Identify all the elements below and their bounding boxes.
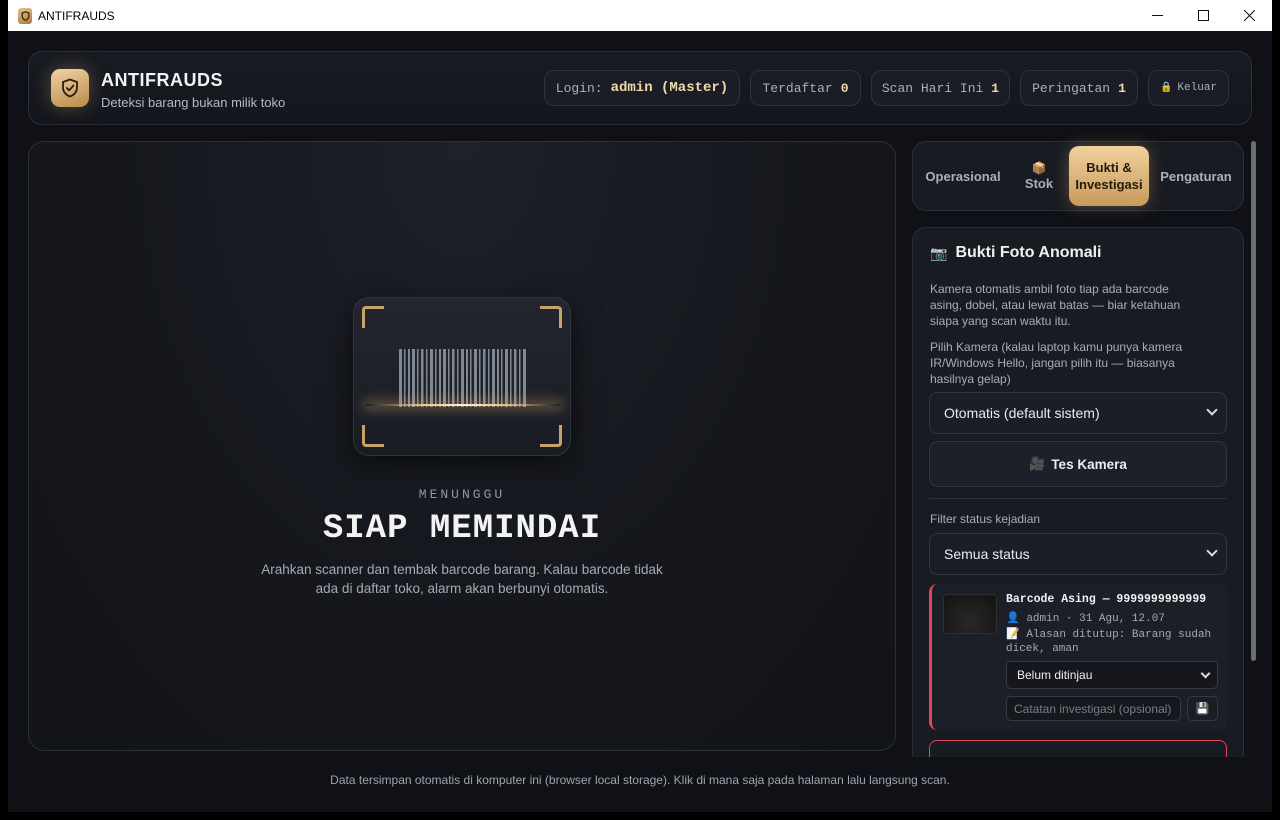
- app-header: ANTIFRAUDS Deteksi barang bukan milik to…: [28, 51, 1252, 125]
- login-user: admin (Master): [610, 80, 729, 96]
- memo-icon: 📝: [1006, 629, 1020, 641]
- filter-label: Filter status kejadian: [930, 512, 1041, 526]
- brand-title: ANTIFRAUDS: [101, 70, 223, 90]
- scanner-description: Arahkan scanner dan tembak barcode baran…: [261, 562, 663, 596]
- investigation-note-placeholder: Catatan investigasi (opsional): [1014, 701, 1172, 716]
- incident-title: Barcode Asing — 9999999999999: [1006, 593, 1207, 606]
- logout-label: Keluar: [1177, 82, 1218, 94]
- frame-corner: [540, 306, 562, 328]
- close-icon: [1243, 10, 1255, 21]
- frame-corner: [362, 306, 384, 328]
- evidence-title: 📷 Bukti Foto Anomali: [930, 244, 1102, 262]
- scan-today-label: Scan Hari Ini: [881, 80, 984, 96]
- scan-laser-line: [366, 404, 560, 406]
- incident-meta-text: admin · 31 Agu, 12.07: [1026, 613, 1165, 625]
- lock-icon: 🔒: [1159, 83, 1173, 94]
- window-title: ANTIFRAUDS: [38, 8, 115, 23]
- chevron-down-icon: [1206, 545, 1218, 557]
- incident-status-value: Belum ditinjau: [1017, 668, 1093, 682]
- camera-icon: 📷: [930, 244, 948, 261]
- scan-today-value: 1: [991, 80, 1000, 96]
- shield-logo-icon: [51, 69, 89, 107]
- scanner-state-label: MENUNGGU: [418, 487, 506, 502]
- maximize-icon: [1197, 10, 1209, 21]
- tab-label: Bukti & Investigasi: [1075, 160, 1143, 192]
- warnings-value: 1: [1118, 80, 1126, 96]
- app-shield-icon: [18, 7, 32, 24]
- test-camera-button[interactable]: 🎥 Tes Kamera: [929, 441, 1227, 487]
- registered-value: 0: [840, 80, 849, 96]
- window-title-bar: ANTIFRAUDS: [8, 0, 1272, 31]
- incident-photo-thumbnail[interactable]: [943, 594, 997, 634]
- frame-corner: [540, 425, 562, 447]
- incident-card: Barcode Asing — 9999999999999 👤 admin · …: [929, 584, 1227, 730]
- logout-button[interactable]: 🔒 Keluar: [1148, 70, 1229, 106]
- status-filter-select[interactable]: Semua status: [929, 533, 1227, 575]
- incident-status-select[interactable]: Belum ditinjau: [1006, 661, 1218, 689]
- scanner-state-title: SIAP MEMINDAI: [322, 510, 602, 548]
- divider: [929, 498, 1227, 499]
- brand-subtitle: Deteksi barang bukan milik toko: [101, 95, 286, 110]
- tab-label: Pengaturan: [1160, 168, 1232, 184]
- camera-hint: Pilih Kamera (kalau laptop kamu punya ka…: [930, 340, 1183, 386]
- minimize-button[interactable]: [1134, 0, 1180, 31]
- login-label: Login:: [555, 80, 603, 96]
- incident-meta: 👤 admin · 31 Agu, 12.07: [1006, 611, 1165, 625]
- chevron-down-icon: [1206, 404, 1218, 416]
- registered-count-pill: Terdaftar 0: [750, 70, 861, 106]
- frame-corner: [362, 425, 384, 447]
- close-window-button[interactable]: [1226, 0, 1272, 31]
- scanner-panel[interactable]: MENUNGGU SIAP MEMINDAI Arahkan scanner d…: [28, 141, 896, 751]
- tab-operasional[interactable]: Operasional: [918, 146, 1008, 206]
- investigation-note-input[interactable]: Catatan investigasi (opsional): [1006, 696, 1181, 721]
- window-border: [0, 812, 1280, 820]
- main-tabs: Operasional 📦 Stok Bukti & Investigasi P…: [912, 141, 1244, 211]
- user-icon: 👤: [1006, 613, 1020, 625]
- camera-select[interactable]: Otomatis (default sistem): [929, 392, 1227, 434]
- registered-label: Terdaftar: [762, 80, 833, 96]
- app-window: ANTIFRAUDS Deteksi barang bukan milik to…: [8, 31, 1272, 812]
- tab-bukti-investigasi[interactable]: Bukti & Investigasi: [1069, 146, 1149, 206]
- chevron-down-icon: [1200, 668, 1211, 679]
- evidence-panel: 📷 Bukti Foto Anomali Kamera otomatis amb…: [912, 227, 1244, 757]
- incident-card: [929, 740, 1227, 757]
- maximize-button[interactable]: [1180, 0, 1226, 31]
- panel-scrollbar[interactable]: [1251, 141, 1256, 661]
- scan-frame: [353, 297, 571, 456]
- incident-note-text: Alasan ditutup: Barang sudah dicek, aman: [1006, 629, 1212, 655]
- barcode-icon: [399, 349, 526, 407]
- incident-note: 📝 Alasan ditutup: Barang sudah dicek, am…: [1006, 628, 1216, 656]
- evidence-title-text: Bukti Foto Anomali: [955, 244, 1102, 261]
- save-note-button[interactable]: 💾: [1187, 696, 1218, 721]
- warnings-label: Peringatan: [1032, 80, 1111, 96]
- floppy-disk-icon: 💾: [1195, 703, 1210, 715]
- scan-today-pill: Scan Hari Ini 1: [871, 70, 1010, 106]
- video-camera-icon: 🎥: [1029, 456, 1046, 471]
- tab-pengaturan[interactable]: Pengaturan: [1153, 146, 1239, 206]
- footer-note: Data tersimpan otomatis di komputer ini …: [330, 773, 950, 787]
- package-icon: 📦: [1031, 160, 1047, 175]
- tab-label: Operasional: [925, 168, 1001, 184]
- warnings-pill: Peringatan 1: [1020, 70, 1138, 106]
- test-camera-label: Tes Kamera: [1051, 456, 1127, 472]
- minimize-icon: [1151, 15, 1163, 16]
- login-status-pill: Login: admin (Master): [544, 70, 740, 106]
- tab-stok[interactable]: 📦 Stok: [1012, 146, 1066, 206]
- camera-select-value: Otomatis (default sistem): [944, 405, 1100, 421]
- status-filter-value: Semua status: [944, 546, 1030, 562]
- tab-label: Stok: [1024, 175, 1054, 191]
- evidence-intro: Kamera otomatis ambil foto tiap ada barc…: [930, 282, 1181, 328]
